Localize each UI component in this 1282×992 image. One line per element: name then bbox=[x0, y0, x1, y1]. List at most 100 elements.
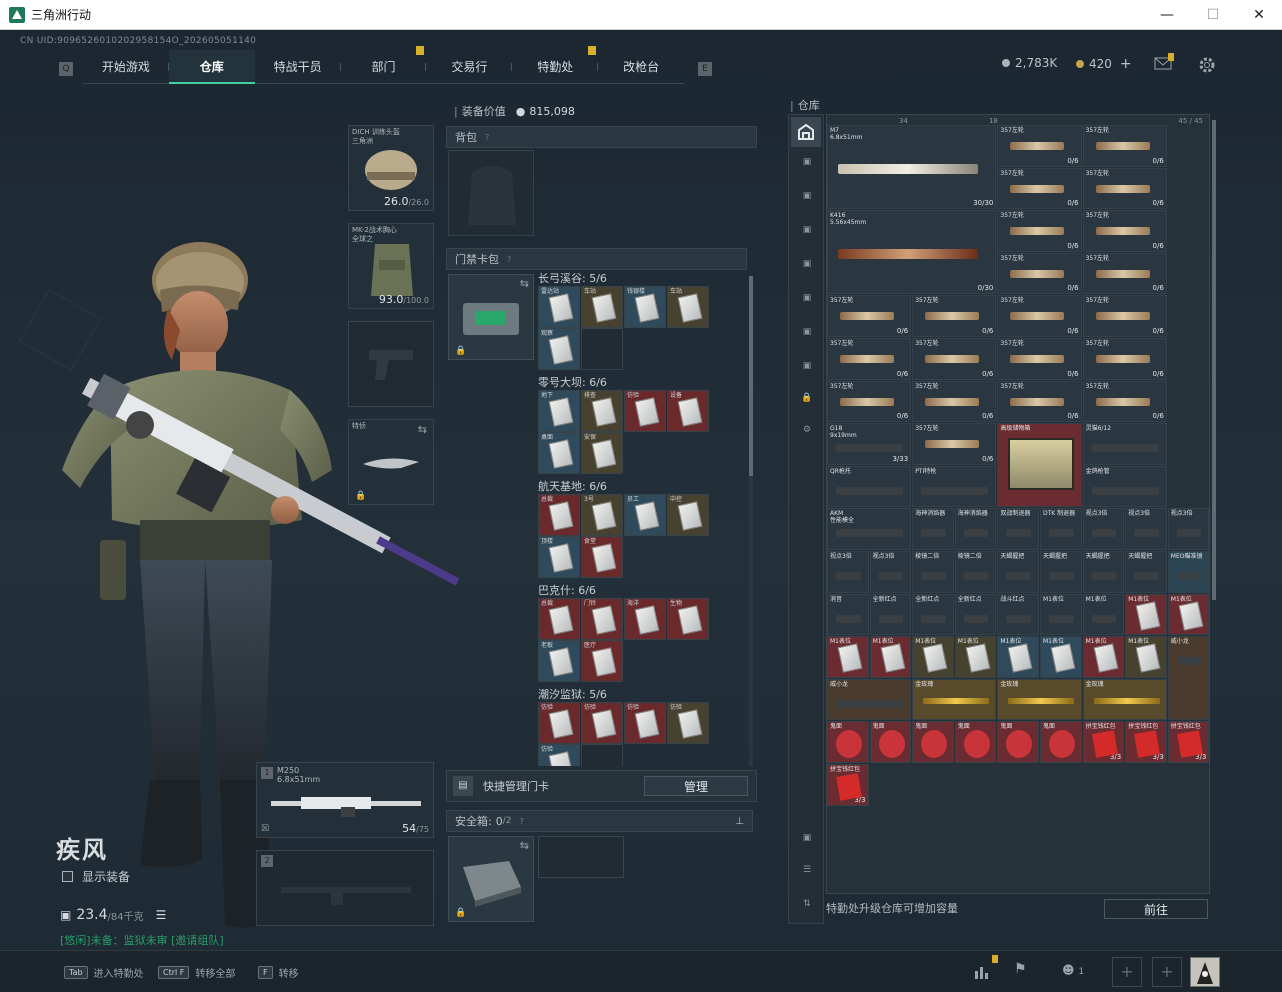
gear-icon[interactable]: ⚙ bbox=[797, 425, 817, 443]
squad-slot-2[interactable]: + bbox=[1152, 957, 1182, 987]
stash-item[interactable]: 威小龙 bbox=[1167, 636, 1209, 721]
stash-item[interactable]: DTK 制退器 bbox=[1040, 508, 1082, 550]
stash-item[interactable]: 357左轮 0/6 bbox=[827, 295, 912, 337]
pistol-slot[interactable] bbox=[348, 321, 434, 407]
show-equipment-toggle[interactable]: 显示装备 bbox=[62, 868, 130, 885]
safebox-cell[interactable] bbox=[538, 836, 624, 878]
add-currency-icon[interactable]: + bbox=[1120, 56, 1132, 72]
secondary-weapon-slot[interactable]: 2 bbox=[256, 850, 434, 926]
stash-item[interactable]: 战斗红点 bbox=[997, 593, 1039, 636]
manage-button[interactable]: 管理 bbox=[644, 776, 748, 796]
stash-item[interactable]: 海神消焰器 bbox=[912, 508, 954, 550]
stash-item[interactable]: 鬼面 bbox=[1040, 721, 1082, 763]
stash-item[interactable]: PTI特枪 bbox=[912, 465, 997, 508]
keycard-item[interactable]: 食堂 bbox=[581, 536, 623, 578]
stats-button[interactable] bbox=[972, 955, 998, 981]
squad-slot-1[interactable]: + bbox=[1112, 957, 1142, 987]
checkbox[interactable] bbox=[62, 871, 73, 882]
stash-item[interactable]: 357左轮 0/6 bbox=[1082, 125, 1167, 167]
stash-item[interactable]: M7 6.8x51mm 30/30 bbox=[827, 125, 997, 210]
list-icon[interactable]: ☰ bbox=[156, 908, 167, 922]
stash-item[interactable]: 天蝎握把 bbox=[1082, 551, 1125, 593]
keycard-item[interactable]: 钱银楼 bbox=[624, 286, 666, 328]
stash-item[interactable]: 357左轮 0/6 bbox=[997, 338, 1082, 380]
helmet-slot[interactable]: DICH 训练头盔 三角洲 26.0/26.0 bbox=[348, 125, 434, 211]
stash-item[interactable]: G18 9x19mm 3/33 bbox=[827, 423, 912, 465]
stash-scrollbar[interactable] bbox=[1212, 120, 1216, 600]
goto-button[interactable]: 前往 bbox=[1104, 899, 1208, 919]
hint-transfer[interactable]: F 转移 bbox=[258, 965, 299, 980]
keycard-item[interactable]: 总裁 bbox=[538, 598, 580, 640]
keycard-item[interactable]: 门铃 bbox=[581, 598, 623, 640]
stash-item[interactable]: 357左轮 0/6 bbox=[997, 295, 1082, 337]
stash-item[interactable]: M1表位 bbox=[869, 636, 912, 678]
nav-right-key-icon[interactable]: E bbox=[698, 62, 712, 76]
stash-item[interactable]: 威小龙 bbox=[827, 678, 912, 721]
help-icon[interactable]: ? bbox=[485, 133, 489, 142]
stash-item[interactable]: 全新红点 bbox=[912, 593, 954, 636]
stash-item[interactable]: 357左轮 0/6 bbox=[912, 295, 997, 337]
stash-tab-2[interactable]: ▣ bbox=[797, 191, 817, 209]
keycard-item[interactable]: 中控 bbox=[667, 494, 709, 536]
squad-status[interactable]: [悠闲]未备：监狱未审 [邀请组队] bbox=[60, 932, 224, 948]
player-avatar[interactable] bbox=[1190, 957, 1220, 987]
flag-button[interactable]: ⚑ bbox=[1014, 961, 1034, 981]
stash-item[interactable]: 视点3倍 bbox=[1082, 508, 1125, 550]
keycard-item[interactable]: 仿验 bbox=[624, 702, 666, 744]
stash-item[interactable]: 357左轮 0/6 bbox=[997, 252, 1082, 295]
stash-item[interactable]: 双战制退器 bbox=[997, 508, 1039, 550]
stash-item[interactable]: 全新红点 bbox=[869, 593, 912, 636]
stash-item[interactable]: 全新红点 bbox=[954, 593, 997, 636]
stash-item[interactable]: 鬼面 bbox=[954, 721, 997, 763]
stash-item[interactable]: M1表位 bbox=[1082, 593, 1125, 636]
keycard-empty-slot[interactable] bbox=[581, 328, 623, 370]
maximize-button[interactable]: ☐ bbox=[1190, 0, 1236, 30]
keycard-item[interactable]: 3号 bbox=[581, 494, 623, 536]
armor-slot[interactable]: MK-2战术胸心 全球之 93.0/100.0 bbox=[348, 223, 434, 309]
swap-icon[interactable]: ⇆ bbox=[418, 423, 427, 436]
pin-icon[interactable]: ⊥ bbox=[735, 816, 744, 827]
help-icon[interactable]: ? bbox=[507, 255, 511, 264]
stash-item[interactable]: QR枪托 bbox=[827, 465, 912, 508]
stash-item[interactable]: 357左轮 0/6 bbox=[912, 380, 997, 423]
stash-item[interactable]: 357左轮 0/6 bbox=[1082, 380, 1167, 423]
stash-item[interactable]: M1表位 bbox=[1040, 636, 1082, 678]
keycard-item[interactable]: 地下 bbox=[538, 390, 580, 432]
stash-item[interactable]: M1表位 bbox=[1082, 636, 1125, 678]
stash-item[interactable]: 金玫瑰 bbox=[912, 678, 997, 721]
backpack-slot[interactable] bbox=[448, 150, 534, 236]
keycard-item[interactable]: 顶楼 bbox=[538, 536, 580, 578]
stash-item[interactable]: 海神消焰器 bbox=[954, 508, 997, 550]
stash-item[interactable]: 357左轮 0/6 bbox=[1082, 338, 1167, 380]
stash-item[interactable]: 棱镜二倍 bbox=[912, 551, 954, 593]
stash-item[interactable]: M1表位 bbox=[997, 636, 1039, 678]
stash-item[interactable]: 357左轮 0/6 bbox=[1082, 210, 1167, 252]
stash-item[interactable]: 357左轮 0/6 bbox=[912, 338, 997, 380]
stash-tab-5[interactable]: ▣ bbox=[797, 293, 817, 311]
tab-stash[interactable]: 仓库 bbox=[168, 50, 255, 84]
stash-item[interactable]: 高级储物箱 bbox=[997, 423, 1082, 508]
stash-item[interactable]: 金鸽枪管 bbox=[1082, 465, 1167, 508]
keycard-item[interactable]: 仿验 bbox=[538, 744, 580, 766]
keycard-item[interactable]: 车站 bbox=[581, 286, 623, 328]
safebox-slot[interactable]: ⇆ 🔒 bbox=[448, 836, 534, 922]
keycard-item[interactable]: 车站 bbox=[667, 286, 709, 328]
nav-left-key-icon[interactable]: Q bbox=[59, 62, 73, 76]
stash-tab-3[interactable]: ▣ bbox=[797, 225, 817, 243]
unequip-icon[interactable]: ☒ bbox=[261, 824, 269, 834]
stash-item[interactable]: 357左轮 0/6 bbox=[997, 125, 1082, 167]
stash-item[interactable]: 视点3倍 bbox=[1125, 508, 1167, 550]
keycard-item[interactable]: 员工 bbox=[624, 494, 666, 536]
stash-item[interactable]: 鬼面 bbox=[997, 721, 1039, 763]
stash-item[interactable]: 鬼面 bbox=[869, 721, 912, 763]
keycard-scrollbar[interactable] bbox=[749, 276, 753, 766]
keycard-item[interactable]: 老板 bbox=[538, 640, 580, 682]
stash-item[interactable]: 视点3倍 bbox=[1167, 508, 1209, 550]
stash-item[interactable]: 357左轮 0/6 bbox=[997, 380, 1082, 423]
stash-tab-7[interactable]: ▣ bbox=[797, 361, 817, 379]
tab-department[interactable]: 部门 bbox=[340, 46, 427, 84]
swap-icon[interactable]: ⇆ bbox=[520, 277, 529, 290]
stash-tab-1[interactable]: ▣ bbox=[797, 157, 817, 175]
stash-item[interactable]: 357左轮 0/6 bbox=[997, 167, 1082, 210]
stash-item[interactable]: 天蝎握把 bbox=[997, 551, 1039, 593]
